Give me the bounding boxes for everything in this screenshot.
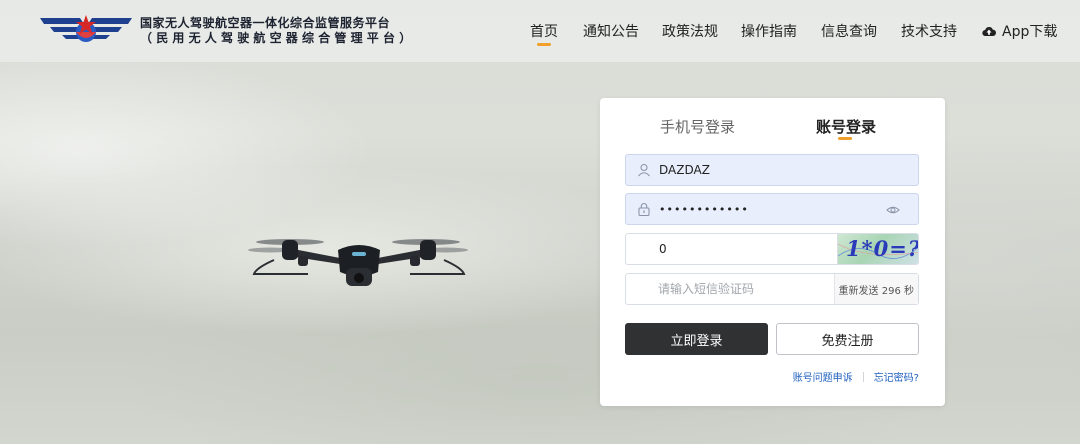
username-field[interactable]: DAZDAZ xyxy=(625,154,919,186)
forgot-password-link[interactable]: 忘记密码? xyxy=(874,369,919,384)
nav-tech-support-label: 技术支持 xyxy=(901,24,957,40)
eye-icon[interactable] xyxy=(886,203,900,217)
resend-sms-button[interactable]: 重新发送 296 秒 xyxy=(833,274,918,304)
tab-active-indicator xyxy=(838,137,852,140)
nav-home[interactable]: 首页 xyxy=(530,21,558,46)
nav-app-download[interactable]: App下载 xyxy=(982,21,1057,41)
nav-app-download-label: App下载 xyxy=(1002,24,1058,40)
lock-icon xyxy=(638,203,650,216)
nav-home-label: 首页 xyxy=(530,24,558,40)
sms-code-input[interactable] xyxy=(658,282,828,296)
drone-image xyxy=(248,239,468,286)
nav-active-indicator xyxy=(537,43,551,46)
link-separator xyxy=(862,371,864,382)
nav-tech-support[interactable]: 技术支持 xyxy=(901,21,957,41)
username-value: DAZDAZ xyxy=(659,163,710,177)
register-button[interactable]: 免费注册 xyxy=(776,323,919,355)
nav-notices-label: 通知公告 xyxy=(583,24,639,40)
brand-title-line1: 国家无人驾驶航空器一体化综合监管服务平台 xyxy=(140,16,391,30)
cloud-upload-icon xyxy=(982,27,996,37)
captcha-value: 0 xyxy=(659,242,667,256)
nav-notices[interactable]: 通知公告 xyxy=(583,21,639,41)
captcha-field[interactable]: 0 xyxy=(625,233,837,265)
brand-title: 国家无人驾驶航空器一体化综合监管服务平台 （民用无人驾驶航空器综合管理平台） xyxy=(140,16,415,46)
nav-guides-label: 操作指南 xyxy=(741,24,797,40)
account-issue-link[interactable]: 账号问题申诉 xyxy=(793,369,853,384)
help-links: 账号问题申诉 忘记密码? xyxy=(793,369,919,384)
captcha-image-text: 1*0=? xyxy=(846,236,919,261)
nav-policies-label: 政策法规 xyxy=(662,24,718,40)
nav-guides[interactable]: 操作指南 xyxy=(741,21,797,41)
tab-phone-login[interactable]: 手机号登录 xyxy=(660,116,735,137)
password-field[interactable]: •••••••••••• xyxy=(625,193,919,225)
nav-info-query-label: 信息查询 xyxy=(821,24,877,40)
user-icon xyxy=(638,163,650,177)
site-header: 国家无人驾驶航空器一体化综合监管服务平台 （民用无人驾驶航空器综合管理平台） 首… xyxy=(0,0,1080,62)
sms-code-field[interactable]: 重新发送 296 秒 xyxy=(625,273,919,305)
login-card: 手机号登录 账号登录 DAZDAZ •••••••••••• 0 1*0=? 请… xyxy=(600,98,945,406)
nav-info-query[interactable]: 信息查询 xyxy=(821,21,877,41)
nav-policies[interactable]: 政策法规 xyxy=(662,21,718,41)
tab-account-login[interactable]: 账号登录 xyxy=(816,116,876,137)
password-value: •••••••••••• xyxy=(659,202,749,216)
wings-star-logo-icon xyxy=(40,15,132,42)
brand-title-line2: （民用无人驾驶航空器综合管理平台） xyxy=(140,31,416,45)
login-button[interactable]: 立即登录 xyxy=(625,323,768,355)
captcha-image[interactable]: 1*0=? xyxy=(837,233,919,265)
